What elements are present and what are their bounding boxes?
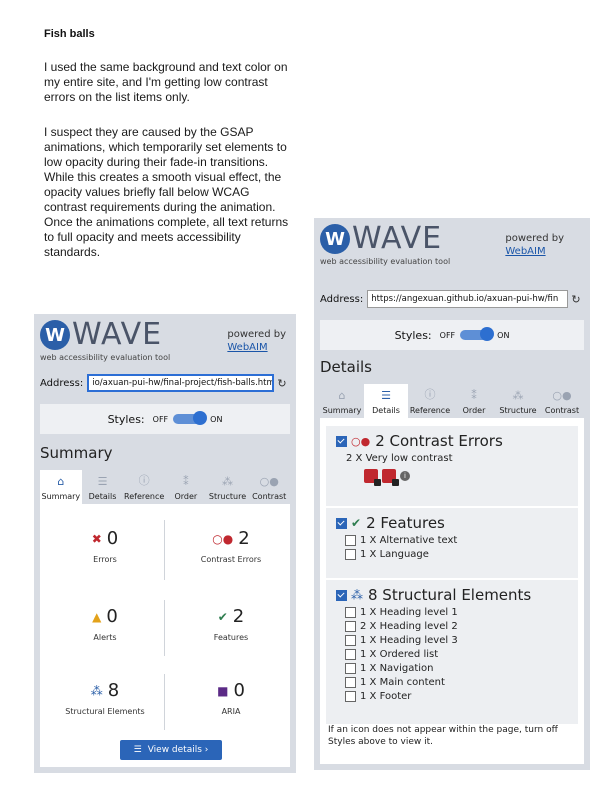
order-icon: ⁑ — [183, 475, 189, 488]
contrast-item[interactable]: 2 X Very low contrast — [346, 453, 568, 464]
styles-toggle[interactable] — [460, 327, 495, 341]
wave-tagline: web accessibility evaluation tool — [320, 257, 451, 266]
structure-icon: ⁂ — [351, 588, 363, 602]
contrast-icon: ○● — [259, 475, 279, 488]
wave-tabs: ⌂ Summary ☰ Details ⓘ Reference ⁑ Order ⁂ Str… — [320, 384, 584, 418]
summary-errors[interactable]: ✖ 0 Errors — [46, 528, 164, 564]
webaim-link[interactable]: WebAIM — [227, 342, 267, 353]
wave-logo: W WAVE — [320, 224, 442, 254]
home-icon: ⌂ — [338, 389, 346, 402]
contrast-icon: ○● — [552, 389, 572, 402]
section-title: Details — [320, 358, 373, 376]
tab-structure[interactable]: ⁂ Structure — [207, 470, 249, 504]
structure-item[interactable]: 1 X Heading level 1 — [345, 607, 568, 618]
wave-logo: W WAVE — [40, 320, 162, 350]
view-details-button[interactable]: ☰ View details › — [120, 740, 222, 760]
details-body: ○● 2 Contrast Errors 2 X Very low contra… — [320, 418, 584, 764]
tab-structure[interactable]: ⁂ Structure — [496, 384, 540, 418]
features-group: ✔ 2 Features 1 X Alternative text 1 X La… — [326, 508, 578, 578]
structure-item[interactable]: 1 X Ordered list — [345, 649, 568, 660]
contrast-error-icon[interactable] — [364, 469, 381, 486]
alert-icon: ▲ — [92, 609, 102, 624]
address-bar: Address: io/axuan-pui-hw/final-project/f… — [40, 374, 290, 392]
feature-check-icon: ✔ — [351, 516, 362, 530]
features-checkbox[interactable] — [336, 517, 347, 529]
tab-details[interactable]: ☰ Details — [82, 470, 124, 504]
contrast-icon: ○● — [212, 531, 234, 546]
wave-logo-icon: W — [320, 224, 350, 254]
aria-cube-icon: ■ — [217, 683, 229, 698]
contrast-error-icon[interactable] — [382, 469, 399, 486]
info-icon[interactable]: i — [400, 471, 410, 481]
summary-body: ✖ 0 Errors ○● 2 Contrast Errors ▲ 0 Alerts … — [40, 504, 290, 767]
structural-group: ⁂ 8 Structural Elements 1 X Heading leve… — [326, 580, 578, 724]
structure-item[interactable]: 1 X Footer — [345, 691, 568, 702]
wave-header: W WAVE web accessibility evaluation tool… — [320, 224, 584, 268]
tab-details[interactable]: ☰ Details — [364, 384, 408, 418]
summary-structural[interactable]: ⁂ 8 Structural Elements — [46, 680, 164, 716]
contrast-errors-group: ○● 2 Contrast Errors 2 X Very low contra… — [326, 426, 578, 506]
structure-item[interactable]: 1 X Main content — [345, 677, 568, 688]
paragraph-explanation: I suspect they are caused by the GSAP an… — [44, 125, 289, 259]
refresh-icon[interactable]: ↻ — [274, 377, 290, 390]
tab-reference[interactable]: ⓘ Reference — [408, 384, 452, 418]
tab-order[interactable]: ⁑ Order — [452, 384, 496, 418]
list-icon: ☰ — [381, 389, 391, 402]
details-footnote: If an icon does not appear within the pa… — [328, 725, 558, 747]
summary-alerts[interactable]: ▲ 0 Alerts — [46, 606, 164, 642]
tab-reference[interactable]: ⓘ Reference — [123, 470, 165, 504]
order-icon: ⁑ — [471, 389, 477, 402]
wave-header: W WAVE web accessibility evaluation tool… — [40, 320, 290, 364]
summary-contrast-errors[interactable]: ○● 2 Contrast Errors — [172, 528, 290, 564]
structure-icon: ⁂ — [512, 389, 524, 402]
address-input[interactable]: io/axuan-pui-hw/final-project/fish-balls… — [87, 374, 274, 392]
contrast-icon: ○● — [351, 434, 371, 448]
wave-summary-panel: W WAVE web accessibility evaluation tool… — [34, 314, 296, 773]
contrast-error-icons: i — [364, 469, 568, 486]
webaim-link[interactable]: WebAIM — [505, 246, 545, 257]
wave-tabs: ⌂ Summary ☰ Details ⓘ Reference ⁑ Order ⁂ Str… — [40, 470, 290, 504]
list-icon: ☰ — [133, 745, 142, 755]
address-input[interactable]: https://angexuan.github.io/axuan-pui-hw/… — [367, 290, 568, 308]
tab-summary[interactable]: ⌂ Summary — [320, 384, 364, 418]
address-bar: Address: https://angexuan.github.io/axua… — [320, 290, 584, 308]
feature-item[interactable]: 1 X Language — [345, 549, 568, 560]
powered-by: powered by WebAIM — [505, 233, 564, 257]
section-title: Summary — [40, 444, 113, 462]
feature-item[interactable]: 1 X Alternative text — [345, 535, 568, 546]
powered-by: powered by WebAIM — [227, 329, 286, 353]
structure-item[interactable]: 1 X Heading level 3 — [345, 635, 568, 646]
feature-check-icon: ✔ — [217, 609, 228, 624]
info-icon: ⓘ — [138, 474, 150, 487]
home-icon: ⌂ — [57, 475, 65, 488]
tab-order[interactable]: ⁑ Order — [165, 470, 207, 504]
styles-toggle-row: Styles: OFF ON — [320, 320, 584, 350]
styles-toggle-row: Styles: OFF ON — [40, 404, 290, 434]
list-icon: ☰ — [97, 475, 108, 488]
wave-details-panel: W WAVE web accessibility evaluation tool… — [314, 218, 590, 770]
wave-tagline: web accessibility evaluation tool — [40, 353, 171, 362]
summary-features[interactable]: ✔ 2 Features — [172, 606, 290, 642]
structure-item[interactable]: 1 X Navigation — [345, 663, 568, 674]
structural-checkbox[interactable] — [336, 589, 347, 601]
wave-logo-icon: W — [40, 320, 70, 350]
refresh-icon[interactable]: ↻ — [568, 293, 584, 306]
tab-summary[interactable]: ⌂ Summary — [40, 470, 82, 504]
summary-aria[interactable]: ■ 0 ARIA — [172, 680, 290, 716]
structure-icon: ⁂ — [222, 475, 234, 488]
tab-contrast[interactable]: ○● Contrast — [540, 384, 584, 418]
page-title: Fish balls — [44, 28, 95, 40]
error-icon: ✖ — [91, 531, 102, 546]
paragraph-intro: I used the same background and text colo… — [44, 60, 288, 104]
info-icon: ⓘ — [424, 388, 436, 401]
structure-icon: ⁂ — [90, 683, 103, 698]
structure-item[interactable]: 2 X Heading level 2 — [345, 621, 568, 632]
tab-contrast[interactable]: ○● Contrast — [248, 470, 290, 504]
styles-toggle[interactable] — [173, 411, 208, 425]
contrast-errors-checkbox[interactable] — [336, 435, 347, 447]
